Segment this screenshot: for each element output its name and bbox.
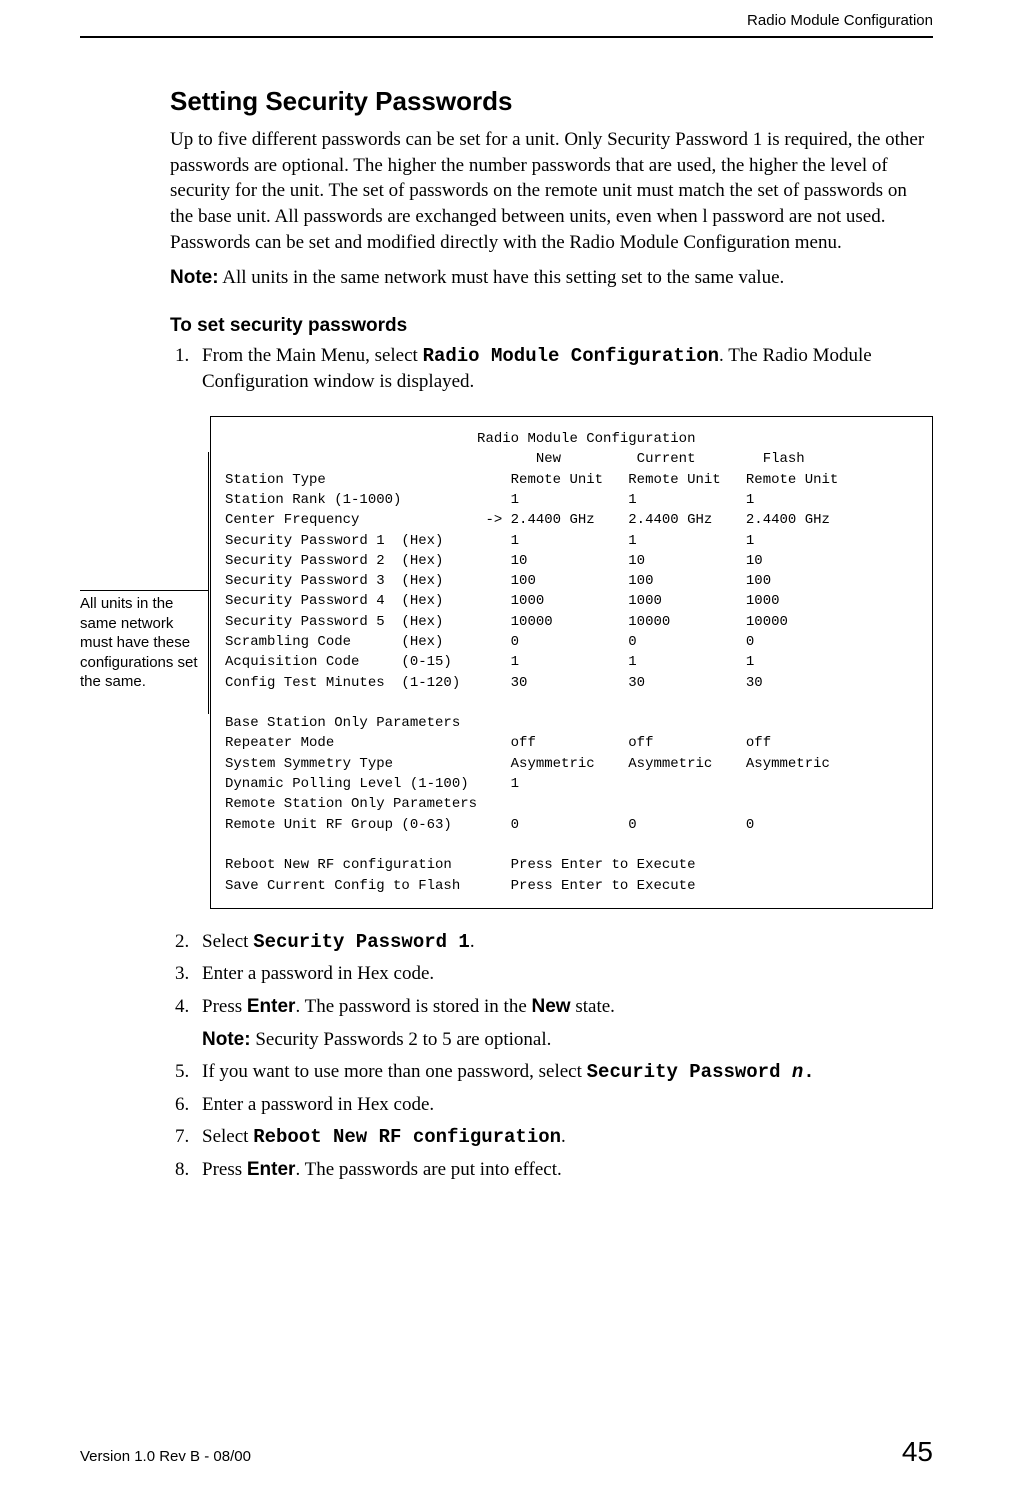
step-1: From the Main Menu, select Radio Module … [194, 343, 933, 396]
step1-menu-item: Radio Module Configuration [423, 345, 719, 367]
step2-text-a: Select [202, 931, 253, 952]
note-label: Note: [170, 267, 219, 288]
step4-text-c: . The password is stored in the [295, 996, 531, 1017]
callout-line-vertical [208, 452, 209, 714]
section-heading: Setting Security Passwords [170, 86, 933, 117]
margin-note: All units in the same network must have … [80, 594, 200, 692]
callout-line-horizontal [80, 590, 208, 591]
terminal-screenshot: Radio Module Configuration New Current F… [210, 416, 933, 909]
step-6: Enter a password in Hex code. [194, 1092, 933, 1119]
step4-text-a: Press [202, 996, 247, 1017]
page-number: 45 [902, 1436, 933, 1468]
step4-text-e: state. [571, 996, 615, 1017]
step4-note: Note: Security Passwords 2 to 5 are opti… [202, 1027, 933, 1054]
step2-text-c: . [470, 931, 475, 952]
procedure-heading: To set security passwords [170, 315, 933, 337]
header-rule [80, 36, 933, 38]
step4-new-label: New [532, 996, 571, 1017]
step1-text-a: From the Main Menu, select [202, 345, 423, 366]
step8-key-enter: Enter [247, 1159, 296, 1180]
step7-menu-item: Reboot New RF configuration [253, 1126, 561, 1148]
footer-version: Version 1.0 Rev B - 08/00 [80, 1448, 251, 1465]
step5-var-n: n [792, 1061, 803, 1083]
intro-paragraph: Up to five different passwords can be se… [170, 127, 933, 255]
step5-period: . [803, 1061, 814, 1083]
step2-menu-item: Security Password 1 [253, 931, 470, 953]
step4-note-text: Security Passwords 2 to 5 are optional. [251, 1029, 552, 1050]
running-header: Radio Module Configuration [747, 12, 933, 29]
step-3: Enter a password in Hex code. [194, 961, 933, 988]
step8-text-a: Press [202, 1159, 247, 1180]
page-footer: Version 1.0 Rev B - 08/00 45 [80, 1436, 933, 1468]
step4-key-enter: Enter [247, 996, 296, 1017]
step8-text-c: . The passwords are put into effect. [295, 1159, 561, 1180]
step7-text-a: Select [202, 1126, 253, 1147]
step-7: Select Reboot New RF configuration. [194, 1124, 933, 1151]
step-8: Press Enter. The passwords are put into … [194, 1157, 933, 1184]
step5-menu-item: Security Password [587, 1061, 792, 1083]
note-text: All units in the same network must have … [219, 267, 785, 288]
step5-text-a: If you want to use more than one passwor… [202, 1061, 587, 1082]
step-5: If you want to use more than one passwor… [194, 1059, 933, 1086]
step4-note-label: Note: [202, 1029, 251, 1050]
step-2: Select Security Password 1. [194, 929, 933, 956]
note-paragraph: Note: All units in the same network must… [170, 265, 933, 291]
step7-text-c: . [561, 1126, 566, 1147]
step-4: Press Enter. The password is stored in t… [194, 994, 933, 1053]
